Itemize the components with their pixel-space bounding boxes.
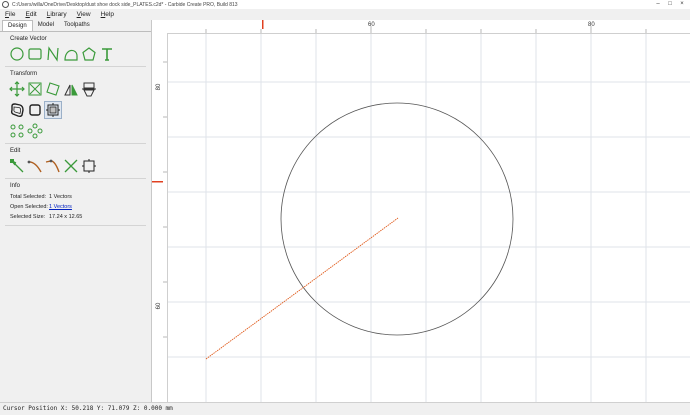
join-icon[interactable] xyxy=(80,157,98,175)
circle-icon[interactable] xyxy=(8,45,26,63)
curve-edit-icon[interactable] xyxy=(26,157,44,175)
ruler-left: 80 60 xyxy=(152,33,168,402)
minimize-icon[interactable]: – xyxy=(652,0,664,9)
polygon-icon[interactable] xyxy=(80,45,98,63)
polyline-icon[interactable] xyxy=(44,45,62,63)
sidebar-tabs: Design Model Toolpaths xyxy=(0,20,151,32)
info-panel: Total Selected: 1 Vectors Open Selected: 1… xyxy=(10,192,151,222)
transform-tools-row2 xyxy=(8,101,151,119)
selected-line-vector[interactable] xyxy=(205,217,399,360)
edit-tools xyxy=(8,157,151,175)
linear-array-icon[interactable] xyxy=(8,122,26,140)
section-transform: Transform xyxy=(10,71,38,77)
scale-icon[interactable] xyxy=(26,80,44,98)
ruler-left-label-60: 60 xyxy=(156,302,162,309)
close-icon[interactable]: × xyxy=(676,0,688,9)
maximize-icon[interactable]: □ xyxy=(664,0,676,9)
rotate-icon[interactable] xyxy=(44,80,62,98)
offset-icon[interactable] xyxy=(8,101,26,119)
open-selected-label: Open Selected: xyxy=(10,204,48,210)
grid xyxy=(167,26,690,402)
text-icon[interactable] xyxy=(98,45,116,63)
design-canvas[interactable] xyxy=(152,20,690,402)
smooth-icon[interactable] xyxy=(44,157,62,175)
tab-model[interactable]: Model xyxy=(33,20,59,31)
total-selected-label: Total Selected: xyxy=(10,194,47,200)
transform-tools-row1 xyxy=(8,80,151,98)
divider xyxy=(5,225,146,226)
menu-view[interactable]: View xyxy=(72,11,96,18)
canvas-drawing[interactable] xyxy=(152,20,690,402)
ruler-top-label-60: 60 xyxy=(368,22,375,28)
selected-size-label: Selected Size: xyxy=(10,214,46,220)
app-icon xyxy=(2,1,9,8)
menu-file[interactable]: File xyxy=(0,11,21,18)
boolean-intersect-icon[interactable] xyxy=(44,101,62,119)
status-bar: Cursor Position X: 50.218 Y: 71.079 Z: 0… xyxy=(0,402,690,414)
boolean-union-icon[interactable] xyxy=(26,101,44,119)
ruler-top-cursor-marker xyxy=(262,20,264,29)
menu-bar: File Edit Library View Help xyxy=(0,9,690,20)
rectangle-icon[interactable] xyxy=(26,45,44,63)
create-vector-tools xyxy=(8,45,151,63)
divider xyxy=(5,143,146,144)
selected-size-value: 17.24 x 12.65 xyxy=(49,214,83,220)
window-title: C:/Users/willa/OneDrive/Desktop/dust sho… xyxy=(12,1,238,8)
cursor-position: Cursor Position X: 50.218 Y: 71.079 Z: 0… xyxy=(3,405,173,412)
mirror-icon[interactable] xyxy=(62,80,80,98)
ruler-top: 60 80 xyxy=(167,20,690,34)
align-icon[interactable] xyxy=(80,80,98,98)
trim-icon[interactable] xyxy=(62,157,80,175)
window-controls: – □ × xyxy=(652,0,688,9)
ruler-left-cursor-marker xyxy=(152,181,163,183)
tab-toolpaths[interactable]: Toolpaths xyxy=(59,20,95,31)
menu-edit[interactable]: Edit xyxy=(21,11,42,18)
open-selected-link[interactable]: 1 Vectors xyxy=(49,202,72,212)
ruler-top-label-80: 80 xyxy=(588,22,595,28)
divider xyxy=(5,66,146,67)
node-edit-icon[interactable] xyxy=(8,157,26,175)
menu-help[interactable]: Help xyxy=(96,11,119,18)
ruler-left-label-80: 80 xyxy=(156,83,162,90)
total-selected-value: 1 Vectors xyxy=(49,194,72,200)
design-sidebar: Design Model Toolpaths Create Vector Tra… xyxy=(0,20,152,402)
divider xyxy=(5,178,146,179)
move-icon[interactable] xyxy=(8,80,26,98)
design-panel: Create Vector Transform Edit Info Total … xyxy=(0,36,151,226)
title-bar: C:/Users/willa/OneDrive/Desktop/dust sho… xyxy=(0,0,690,9)
curve-icon[interactable] xyxy=(62,45,80,63)
tab-design[interactable]: Design xyxy=(2,20,33,31)
section-edit: Edit xyxy=(10,148,21,154)
circular-array-icon[interactable] xyxy=(26,122,44,140)
section-info: Info xyxy=(10,183,21,189)
transform-tools-row3 xyxy=(8,122,151,140)
section-create-vector: Create Vector xyxy=(10,36,47,42)
menu-library[interactable]: Library xyxy=(42,11,72,18)
